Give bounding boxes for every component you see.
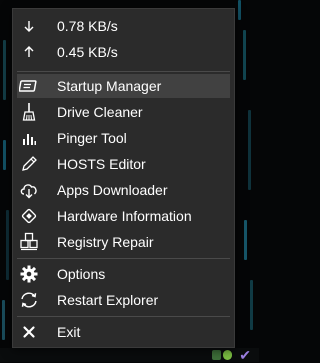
download-speed-row: 0.78 KB/s bbox=[17, 14, 230, 38]
menu-item-label: HOSTS Editor bbox=[57, 156, 146, 172]
broom-icon bbox=[19, 102, 39, 122]
menu-item-label: Exit bbox=[57, 324, 81, 340]
menu-item-drive-cleaner[interactable]: Drive Cleaner bbox=[17, 100, 230, 124]
menu-item-exit[interactable]: Exit bbox=[17, 320, 230, 344]
registry-cubes-icon bbox=[19, 232, 39, 252]
tray-check-icon[interactable]: ✔ bbox=[239, 348, 251, 362]
menu-item-label: Apps Downloader bbox=[57, 182, 168, 198]
close-icon bbox=[19, 322, 39, 342]
tray-context-menu: 0.78 KB/s 0.45 KB/s Startup Manager Driv… bbox=[12, 8, 235, 348]
menu-item-hosts-editor[interactable]: HOSTS Editor bbox=[17, 152, 230, 176]
menu-item-pinger-tool[interactable]: Pinger Tool bbox=[17, 126, 230, 150]
menu-item-label: Pinger Tool bbox=[57, 130, 127, 146]
menu-separator bbox=[17, 71, 230, 72]
gear-icon bbox=[19, 264, 39, 284]
menu-item-label: Startup Manager bbox=[57, 78, 162, 94]
tray-status-icon[interactable] bbox=[223, 350, 232, 360]
tray-app-icon[interactable] bbox=[212, 350, 221, 360]
menu-item-options[interactable]: Options bbox=[17, 262, 230, 286]
refresh-icon bbox=[19, 290, 39, 310]
menu-item-apps-downloader[interactable]: Apps Downloader bbox=[17, 178, 230, 202]
signal-bars-icon bbox=[19, 128, 39, 148]
menu-item-label: Registry Repair bbox=[57, 234, 154, 250]
menu-item-label: Drive Cleaner bbox=[57, 104, 143, 120]
hardware-chip-icon bbox=[19, 206, 39, 226]
upload-speed-value: 0.45 KB/s bbox=[57, 44, 118, 60]
menu-item-registry-repair[interactable]: Registry Repair bbox=[17, 230, 230, 254]
cloud-download-icon bbox=[19, 180, 39, 200]
menu-item-label: Restart Explorer bbox=[57, 292, 159, 308]
taskbar: ✔ bbox=[0, 348, 259, 362]
menu-item-hardware-information[interactable]: Hardware Information bbox=[17, 204, 230, 228]
upload-speed-row: 0.45 KB/s bbox=[17, 40, 230, 64]
arrow-down-icon bbox=[19, 16, 39, 36]
download-speed-value: 0.78 KB/s bbox=[57, 18, 118, 34]
pencil-icon bbox=[19, 154, 39, 174]
menu-separator bbox=[17, 316, 230, 317]
menu-item-restart-explorer[interactable]: Restart Explorer bbox=[17, 288, 230, 312]
menu-separator bbox=[17, 258, 230, 259]
menu-item-startup-manager[interactable]: Startup Manager bbox=[17, 74, 230, 98]
menu-item-label: Hardware Information bbox=[57, 208, 192, 224]
startup-manager-icon bbox=[19, 76, 39, 96]
menu-item-label: Options bbox=[57, 266, 106, 282]
arrow-up-icon bbox=[19, 42, 39, 62]
